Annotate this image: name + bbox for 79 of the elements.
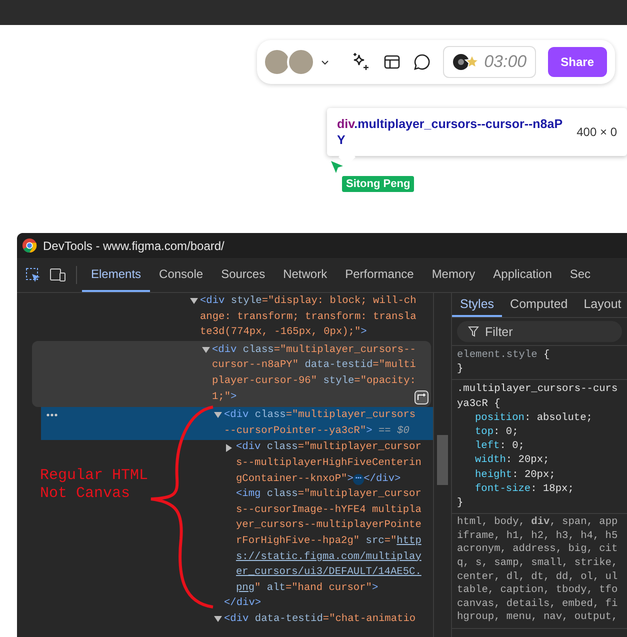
css-property: font-size: 18px; xyxy=(474,482,575,496)
name-tag: Sitong Peng xyxy=(342,176,414,192)
timer-text: 03:00 xyxy=(484,52,527,72)
hovered-row[interactable]: <div class="multiplayer_cursors-- cursor--n8aPY" data-testid="multi player-cursor-96" style="opacity: 1;"> xyxy=(32,340,431,408)
panel-tab[interactable]: Network xyxy=(274,258,336,292)
code-line: s--multiplayerHighFiveCenterin xyxy=(236,456,422,471)
code-line: <div style="display: block; will-ch xyxy=(200,294,416,309)
panel-tab[interactable]: Elements xyxy=(82,258,150,292)
css-property: left: 0; xyxy=(474,439,526,454)
layout-icon[interactable] xyxy=(383,53,402,71)
code-line: ange: transform; transform: transla xyxy=(200,310,416,325)
css-selector: canvas, details, embed, fi xyxy=(457,598,619,612)
code-line: player-cursor-96" style="opacity: xyxy=(212,374,416,389)
code-line: 1;"> xyxy=(212,390,237,405)
scrollbar-thumb[interactable] xyxy=(437,435,448,485)
panel-tab[interactable]: Sec xyxy=(560,258,600,292)
code-line: <div class="multiplayer_cursors xyxy=(224,408,416,424)
selected-row[interactable]: <div class="multiplayer_cursors --cursorPointer--ya3cR"> == $0 xyxy=(41,407,433,440)
element-name: div.multiplayer_cursors--cursor--n8aPY xyxy=(337,116,564,148)
css-property: top: 0; xyxy=(474,425,520,440)
code-line: </div> xyxy=(224,596,262,612)
panel-tab[interactable]: Memory xyxy=(422,258,484,292)
filter-field[interactable]: Filter xyxy=(457,321,622,342)
code-line: png" alt="hand cursor"> xyxy=(236,580,378,596)
expanded-arrow-icon[interactable] xyxy=(214,412,222,418)
css-selector: table, caption, tbody, tfo xyxy=(457,584,619,598)
styles-tab[interactable]: Layout xyxy=(576,293,627,317)
ellipsis-badge[interactable]: ⋯ xyxy=(353,474,364,485)
code-line: <div class="multiplayer_cursors-- xyxy=(212,342,416,358)
css-selector: hgroup, menu, nav, output, xyxy=(457,611,619,625)
code-line: gContainer--knxoP"> ⋯ </div> xyxy=(236,472,401,487)
code-line: --cursorPointer--ya3cR"> == $0 xyxy=(224,424,410,439)
css-brace: } xyxy=(457,496,464,510)
collapsed-arrow-icon[interactable] xyxy=(226,444,232,452)
cursor-arrow-icon xyxy=(330,160,344,174)
styles-tab[interactable]: Styles xyxy=(452,293,502,317)
code-line: <div data-testid="chat-animatio xyxy=(224,612,416,627)
chevron-down-icon[interactable] xyxy=(321,60,330,64)
code-line: s--cursorImage--hYFE4 multipla xyxy=(236,502,422,518)
panel-tab[interactable]: Console xyxy=(150,258,212,292)
css-selector: iframe, h1, h2, h3, h4, h5 xyxy=(457,530,619,544)
browser-logo-icon xyxy=(22,238,37,253)
expanded-arrow-icon[interactable] xyxy=(214,616,222,622)
panel-tab[interactable]: Performance xyxy=(336,258,423,292)
css-selector: ya3cR { xyxy=(457,396,502,411)
styles-tab[interactable]: Computed xyxy=(502,293,576,317)
css-selector: acronym, address, big, cit xyxy=(457,543,619,558)
css-selector: element.style { xyxy=(457,348,551,362)
element-size: 400 × 0 xyxy=(576,125,617,139)
css-selector: html, body, div, span, app xyxy=(457,516,619,530)
music-timer[interactable]: 03:00 xyxy=(443,46,536,78)
panel-tab[interactable]: Application xyxy=(484,258,561,292)
filter-icon xyxy=(468,326,479,337)
code-line: <img class="multiplayer_cursor xyxy=(236,487,422,502)
comment-icon[interactable] xyxy=(413,53,432,71)
code-line: te3d(774px, -165px, 0px);"> xyxy=(200,325,367,340)
css-selector: q, s, samp, small, strike, xyxy=(457,557,619,571)
css-property: height: 20px; xyxy=(474,468,556,482)
css-property: width: 20px; xyxy=(474,453,550,468)
css-property: position: absolute; xyxy=(474,410,594,426)
expanded-arrow-icon[interactable] xyxy=(202,346,210,353)
code-line: yer_cursors--multiplayerPointe xyxy=(236,518,422,534)
annotation-text: Regular HTML Not Canvas xyxy=(40,467,148,503)
code-line: cursor--n8aPY" data-testid="multi xyxy=(212,358,416,374)
css-selector: center, dl, dt, dd, ol, ul xyxy=(457,570,619,584)
record-star-icon xyxy=(452,52,480,72)
code-line: s://static.figma.com/multiplay xyxy=(236,550,422,564)
code-line: <div class="multiplayer_cursor xyxy=(236,440,422,456)
panel-tab[interactable]: Sources xyxy=(212,258,274,292)
ai-assist-icon[interactable] xyxy=(414,390,429,406)
code-line: er_cursors/ui3/DEFAULT/14AE5C. xyxy=(236,565,422,580)
css-selector: .multiplayer_cursors--curs xyxy=(457,382,619,397)
more-icon[interactable] xyxy=(46,413,58,418)
sparkle-icon[interactable] xyxy=(351,52,372,72)
expanded-arrow-icon[interactable] xyxy=(190,298,198,304)
css-brace: } xyxy=(457,362,464,376)
window-title: DevTools - www.figma.com/board/ xyxy=(43,238,224,252)
code-line: rForHighFive--hpa2g" src="http xyxy=(236,534,422,549)
share-button[interactable]: Share xyxy=(548,47,607,77)
